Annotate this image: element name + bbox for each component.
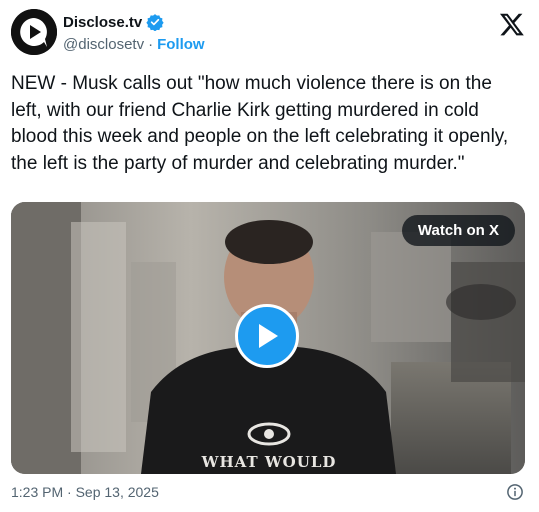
- account-name[interactable]: Disclose.tv: [63, 14, 142, 31]
- tweet-embed: Disclose.tv @disclosetv · Follow NEW - M…: [0, 0, 539, 512]
- tweet-text: NEW - Musk calls out "how much violence …: [11, 73, 514, 174]
- handle-row: @disclosetv · Follow: [63, 36, 205, 53]
- verified-badge-icon: [146, 14, 164, 31]
- info-icon[interactable]: [506, 483, 524, 501]
- play-button[interactable]: [235, 304, 299, 368]
- disclose-tv-logo-icon: [11, 9, 57, 55]
- follow-button[interactable]: Follow: [157, 36, 205, 53]
- play-icon: [259, 324, 278, 348]
- video-player[interactable]: WHAT WOULD Watch on X: [11, 202, 525, 474]
- separator: ·: [148, 36, 154, 53]
- account-handle[interactable]: @disclosetv: [63, 36, 144, 53]
- tweet-header: Disclose.tv @disclosetv · Follow: [11, 9, 531, 59]
- x-logo-icon[interactable]: [499, 11, 525, 37]
- tweet-timestamp[interactable]: 1:23 PM · Sep 13, 2025: [11, 484, 159, 500]
- watch-on-x-button[interactable]: Watch on X: [401, 215, 515, 246]
- avatar[interactable]: [11, 9, 57, 55]
- name-row: Disclose.tv: [63, 13, 164, 31]
- shirt-text: WHAT WOULD: [201, 453, 337, 471]
